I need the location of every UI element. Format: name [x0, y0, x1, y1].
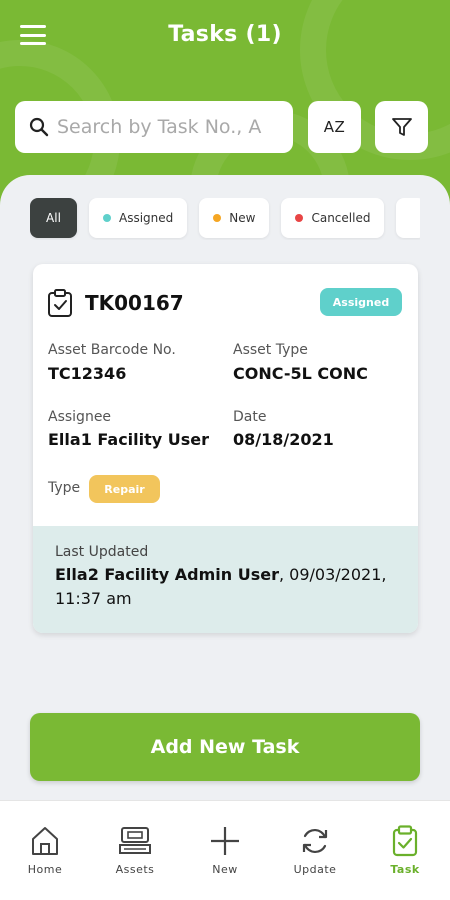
search-bar[interactable]: [15, 101, 293, 153]
last-updated-value: Ella2 Facility Admin User, 09/03/2021, 1…: [55, 563, 396, 611]
add-new-task-button[interactable]: Add New Task: [30, 713, 420, 781]
plus-icon: [211, 827, 239, 855]
chip-assigned[interactable]: Assigned: [89, 198, 188, 238]
last-updated-label: Last Updated: [55, 544, 149, 560]
page-title: Tasks (1): [168, 22, 282, 47]
sort-az-button[interactable]: AZ: [308, 101, 361, 153]
status-filter-chips: All Assigned New Cancelled: [30, 198, 420, 240]
cancelled-dot-icon: [295, 214, 304, 222]
chip-label: All: [46, 211, 61, 225]
date-label: Date: [233, 409, 267, 425]
refresh-icon: [302, 828, 328, 854]
type-badge: Repair: [89, 475, 160, 503]
chip-cancelled[interactable]: Cancelled: [281, 198, 385, 238]
nav-label: Update: [293, 863, 337, 876]
task-id: TK00167: [85, 291, 184, 315]
filter-icon: [391, 118, 412, 136]
assignee-value: Ella1 Facility User: [48, 430, 210, 449]
last-updated-user: Ella2 Facility Admin User: [55, 565, 279, 584]
task-header: TK00167: [47, 288, 184, 318]
asset-type-value: CONC-5L CONC: [233, 364, 368, 383]
task-card[interactable]: TK00167 Assigned Asset Barcode No. TC123…: [33, 264, 418, 633]
assets-icon: [119, 827, 151, 854]
nav-label: New: [212, 863, 238, 876]
chip-label: Assigned: [119, 211, 174, 225]
asset-type-label: Asset Type: [233, 342, 308, 358]
search-input[interactable]: [57, 116, 277, 138]
sort-az-icon: AZ: [323, 118, 346, 136]
task-clipboard-icon: [392, 825, 418, 857]
nav-assets[interactable]: Assets: [90, 801, 180, 900]
asset-barcode-value: TC12346: [48, 364, 127, 383]
nav-home[interactable]: Home: [0, 801, 90, 900]
last-updated-section: Last Updated Ella2 Facility Admin User, …: [33, 526, 418, 633]
chip-label: New: [229, 211, 256, 225]
date-value: 08/18/2021: [233, 430, 334, 449]
nav-label: Task: [390, 863, 420, 876]
clipboard-check-icon: [48, 289, 72, 317]
asset-barcode-label: Asset Barcode No.: [48, 342, 176, 358]
nav-update[interactable]: Update: [270, 801, 360, 900]
nav-new[interactable]: New: [180, 801, 270, 900]
assignee-label: Assignee: [48, 409, 112, 425]
bottom-navigation: Home Assets New Update Task: [0, 800, 450, 900]
chip-new[interactable]: New: [199, 198, 270, 238]
new-dot-icon: [213, 214, 222, 222]
chip-all[interactable]: All: [30, 198, 77, 238]
nav-label: Home: [27, 863, 63, 876]
status-badge: Assigned: [320, 288, 402, 316]
nav-task[interactable]: Task: [360, 801, 450, 900]
type-label: Type: [48, 480, 81, 496]
chip-label: Cancelled: [311, 211, 371, 225]
home-icon: [32, 827, 58, 855]
chip-more[interactable]: [396, 198, 420, 238]
nav-label: Assets: [115, 863, 155, 876]
filter-button[interactable]: [375, 101, 428, 153]
search-icon: [29, 117, 49, 137]
assigned-dot-icon: [103, 214, 111, 222]
